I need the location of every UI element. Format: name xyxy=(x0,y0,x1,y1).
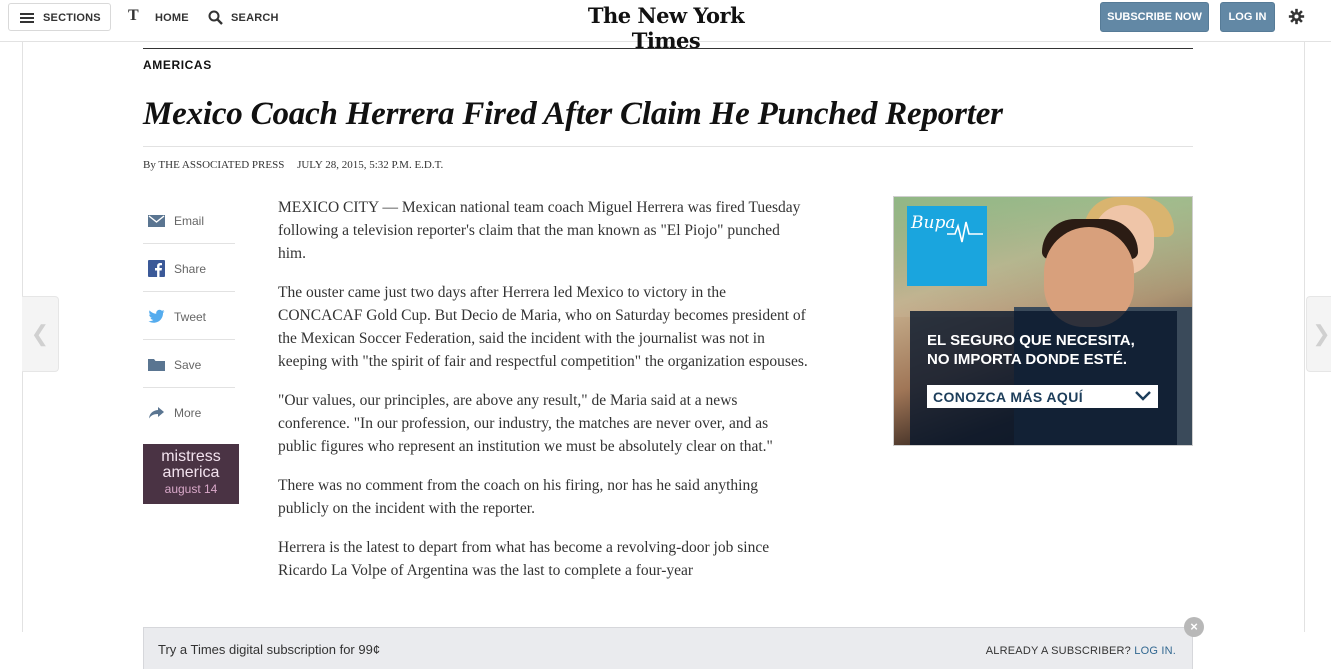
section-kicker[interactable]: AMERICAS xyxy=(143,58,212,72)
bupa-ad[interactable]: Bupa EL SEGURO QUE NECESITA, NO IMPORTA … xyxy=(893,196,1193,446)
heartbeat-icon xyxy=(947,221,983,243)
story-paragraph: There was no comment from the coach on h… xyxy=(278,477,758,517)
sections-button[interactable]: SECTIONS xyxy=(8,3,111,31)
ad-title-line-2: america xyxy=(162,464,220,481)
ad-title-line-1: mistress xyxy=(161,448,221,465)
subscribe-button[interactable]: SUBSCRIBE NOW xyxy=(1100,2,1209,32)
ad-cta-button[interactable]: CONOZCA MÁS AQUÍ xyxy=(927,385,1158,408)
save-button[interactable]: Save xyxy=(143,340,235,388)
article-headline: Mexico Coach Herrera Fired After Claim H… xyxy=(143,96,1003,132)
share-email-label: Email xyxy=(174,214,205,228)
ad-message-panel: EL SEGURO QUE NECESITA, NO IMPORTA DONDE… xyxy=(910,311,1177,445)
previous-article-arrow[interactable]: ❮ xyxy=(22,296,59,372)
share-tools: Email Share Tweet Save More xyxy=(143,196,235,436)
bupa-logo: Bupa xyxy=(907,206,987,286)
subscription-bar[interactable]: Try a Times digital subscription for 99¢… xyxy=(143,627,1193,669)
nyt-logo[interactable]: The New York Times xyxy=(566,3,766,53)
share-arrow-icon xyxy=(149,407,164,419)
login-button[interactable]: LOG IN xyxy=(1220,2,1275,32)
share-facebook-button[interactable]: Share xyxy=(143,244,235,292)
sections-label: SECTIONS xyxy=(43,12,101,24)
search-icon xyxy=(208,10,223,25)
nyt-t-icon: T xyxy=(128,7,139,24)
byline-prefix: By xyxy=(143,159,156,171)
share-email-button[interactable]: Email xyxy=(143,196,235,244)
byline: By THE ASSOCIATED PRESS JULY 28, 2015, 5… xyxy=(143,159,443,171)
gear-icon[interactable] xyxy=(1288,8,1305,25)
ad-tagline-1: EL SEGURO QUE NECESITA, xyxy=(927,332,1135,349)
story-paragraph: Herrera is the latest to depart from wha… xyxy=(278,539,770,579)
more-label: More xyxy=(174,406,202,420)
email-icon xyxy=(148,215,165,227)
story-paragraph: MEXICO CITY — Mexican national team coac… xyxy=(278,199,801,262)
facebook-icon xyxy=(148,260,165,277)
byline-author: THE ASSOCIATED PRESS xyxy=(158,159,285,171)
share-twitter-label: Tweet xyxy=(174,310,207,324)
chevron-down-icon xyxy=(1135,391,1151,401)
masthead: SECTIONS T HOME SEARCH The New York Time… xyxy=(0,0,1331,53)
share-facebook-label: Share xyxy=(174,262,207,276)
story-paragraph: The ouster came just two days after Herr… xyxy=(278,284,808,370)
header-rule xyxy=(143,48,1193,49)
already-subscriber-label: ALREADY A SUBSCRIBER? xyxy=(985,645,1131,657)
share-twitter-button[interactable]: Tweet xyxy=(143,292,235,340)
more-share-button[interactable]: More xyxy=(143,388,235,436)
next-article-arrow[interactable]: ❯ xyxy=(1306,296,1331,372)
ad-cta-label: CONOZCA MÁS AQUÍ xyxy=(933,389,1084,405)
ad-release-date: august 14 xyxy=(164,482,218,496)
subscription-offer[interactable]: Try a Times digital subscription for 99¢ xyxy=(158,642,380,657)
subscriber-login-link[interactable]: LOG IN. xyxy=(1134,645,1176,657)
story-paragraph: "Our values, our principles, are above a… xyxy=(278,392,773,455)
search-link[interactable]: SEARCH xyxy=(208,9,288,27)
twitter-icon xyxy=(148,309,165,323)
article-body: MEXICO CITY — Mexican national team coac… xyxy=(278,196,808,598)
mistress-america-ad[interactable]: mistress america august 14 xyxy=(143,444,239,504)
ad-tagline-2: NO IMPORTA DONDE ESTÉ. xyxy=(927,351,1128,368)
subscriber-login: ALREADY A SUBSCRIBER? LOG IN. xyxy=(986,645,1176,657)
save-label: Save xyxy=(174,358,202,372)
search-label: SEARCH xyxy=(231,12,279,24)
folder-icon xyxy=(148,359,165,371)
home-label: HOME xyxy=(155,12,189,24)
headline-divider xyxy=(143,146,1193,147)
page-edge-right xyxy=(1304,42,1305,632)
dateline: JULY 28, 2015, 5:32 P.M. E.D.T. xyxy=(297,159,444,171)
hamburger-icon xyxy=(20,13,34,23)
close-icon[interactable]: × xyxy=(1184,617,1204,637)
